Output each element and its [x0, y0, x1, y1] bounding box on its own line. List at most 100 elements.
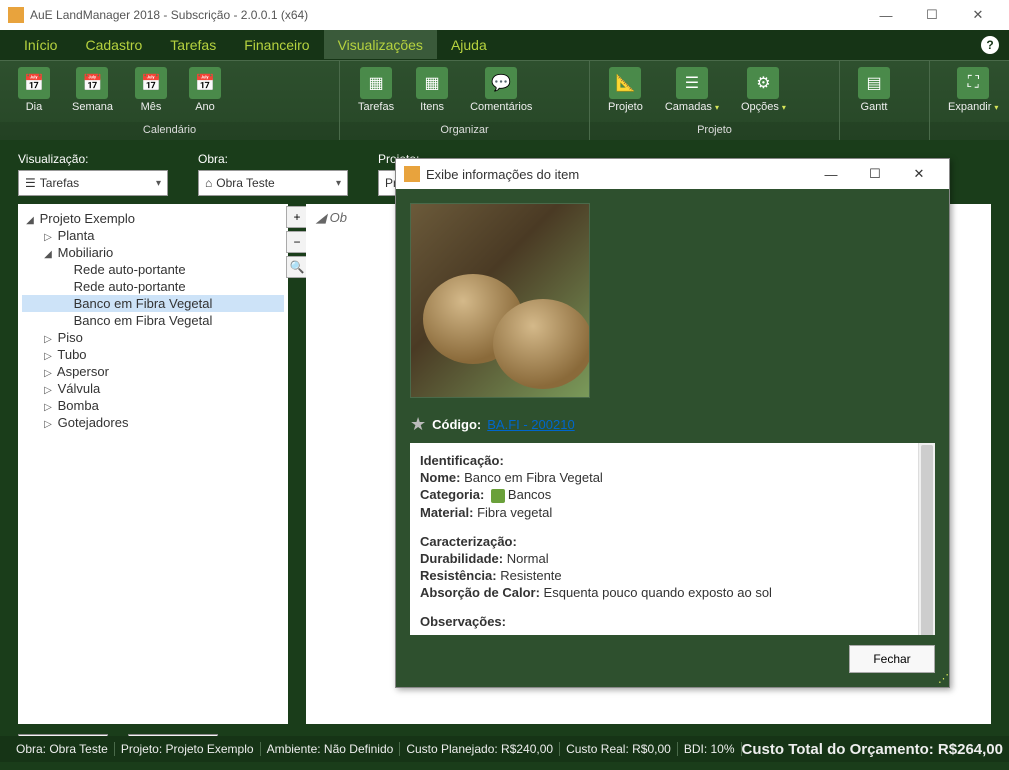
- item-image: [410, 203, 590, 398]
- menu-inicio[interactable]: Início: [10, 31, 71, 59]
- tree-node[interactable]: ▷ Tubo: [22, 346, 284, 363]
- status-real: Custo Real: R$0,00: [560, 742, 678, 756]
- ribbon-gantt[interactable]: ▤Gantt: [848, 65, 900, 115]
- tree-node[interactable]: Rede auto-portante: [22, 278, 284, 295]
- window-minimize[interactable]: —: [863, 0, 909, 30]
- layers-icon: ☰: [676, 67, 708, 99]
- tree-panel: ◢ Projeto Exemplo ▷ Planta◢ Mobiliario R…: [18, 204, 288, 724]
- tree-remove-button[interactable]: −: [286, 231, 308, 253]
- value-durabilidade: Normal: [507, 551, 549, 566]
- ribbon-ano[interactable]: 📅Ano: [179, 65, 231, 115]
- tree-node[interactable]: ▷ Planta: [22, 227, 284, 244]
- ribbon-semana[interactable]: 📅Semana: [62, 65, 123, 115]
- section-caracterizacao: Caracterização:: [420, 534, 907, 549]
- options-icon: ⚙: [747, 67, 779, 99]
- tasks-icon: ▦: [360, 67, 392, 99]
- statusbar: Obra: Obra Teste Projeto: Projeto Exempl…: [0, 736, 1009, 762]
- info-scrollbar[interactable]: [918, 443, 935, 635]
- menubar: Início Cadastro Tarefas Financeiro Visua…: [0, 30, 1009, 60]
- value-absorcao: Esquenta pouco quando exposto ao sol: [544, 585, 772, 600]
- category-icon: [491, 489, 505, 503]
- value-material: Fibra vegetal: [477, 505, 552, 520]
- list-icon: ☰: [25, 176, 36, 190]
- dialog-close-button[interactable]: Fechar: [849, 645, 935, 673]
- value-resistencia: Resistente: [500, 568, 561, 583]
- tree-node[interactable]: ▷ Gotejadores: [22, 414, 284, 431]
- window-maximize[interactable]: ☐: [909, 0, 955, 30]
- tree-node[interactable]: ▷ Válvula: [22, 380, 284, 397]
- tree-node[interactable]: ▷ Aspersor: [22, 363, 284, 380]
- status-obra: Obra: Obra Teste: [10, 742, 115, 756]
- tree-node[interactable]: Rede auto-portante: [22, 261, 284, 278]
- items-icon: ▦: [416, 67, 448, 99]
- dialog-close[interactable]: ✕: [897, 166, 941, 182]
- section-observacoes: Observações:: [420, 614, 907, 629]
- ribbon-tarefas[interactable]: ▦Tarefas: [348, 65, 404, 115]
- content-heading: Ob: [330, 210, 347, 225]
- calendar-day-icon: 📅: [18, 67, 50, 99]
- menu-financeiro[interactable]: Financeiro: [230, 31, 323, 59]
- ribbon: 📅Dia 📅Semana 📅Mês 📅Ano Calendário ▦Taref…: [0, 60, 1009, 140]
- ribbon-projeto[interactable]: 📐Projeto: [598, 65, 653, 115]
- ribbon-camadas[interactable]: ☰Camadas▾: [655, 65, 729, 115]
- calendar-week-icon: 📅: [76, 67, 108, 99]
- calendar-year-icon: 📅: [189, 67, 221, 99]
- ribbon-group-organizar: Organizar: [340, 122, 589, 140]
- favorite-star-icon[interactable]: ★: [410, 414, 426, 435]
- combo-visualizacao[interactable]: ☰Tarefas▾: [18, 170, 168, 196]
- code-link[interactable]: BA.FI - 200210: [487, 417, 574, 432]
- gantt-icon: ▤: [858, 67, 890, 99]
- menu-visualizacoes[interactable]: Visualizações: [324, 30, 437, 59]
- tree-search-button[interactable]: 🔍: [286, 256, 308, 278]
- ribbon-itens[interactable]: ▦Itens: [406, 65, 458, 115]
- window-titlebar: AuE LandManager 2018 - Subscrição - 2.0.…: [0, 0, 1009, 30]
- value-categoria: Bancos: [508, 487, 551, 502]
- tree-node[interactable]: Banco em Fibra Vegetal: [22, 295, 284, 312]
- chevron-down-icon: ▾: [994, 103, 998, 112]
- chevron-down-icon: ▾: [782, 103, 786, 112]
- window-close[interactable]: ✕: [955, 0, 1001, 30]
- ribbon-mes[interactable]: 📅Mês: [125, 65, 177, 115]
- ribbon-dia[interactable]: 📅Dia: [8, 65, 60, 115]
- dialog-title: Exibe informações do item: [426, 167, 579, 182]
- item-info-dialog: Exibe informações do item — ☐ ✕ ★ Código…: [395, 158, 950, 688]
- value-nome: Banco em Fibra Vegetal: [464, 470, 603, 485]
- chevron-down-icon: ▾: [156, 178, 161, 189]
- ribbon-comentarios[interactable]: 💬Comentários: [460, 65, 542, 115]
- menu-tarefas[interactable]: Tarefas: [156, 31, 230, 59]
- label-obra: Obra:: [198, 152, 348, 166]
- status-planejado: Custo Planejado: R$240,00: [400, 742, 560, 756]
- tree-node[interactable]: ▷ Bomba: [22, 397, 284, 414]
- tree-node[interactable]: ◢ Mobiliario: [22, 244, 284, 261]
- comments-icon: 💬: [485, 67, 517, 99]
- combo-obra[interactable]: ⌂Obra Teste▾: [198, 170, 348, 196]
- tree-root[interactable]: ◢ Projeto Exemplo: [22, 210, 284, 227]
- ribbon-expandir[interactable]: ⛶Expandir▾: [938, 65, 1008, 115]
- status-projeto: Projeto: Projeto Exemplo: [115, 742, 261, 756]
- code-label: Código:: [432, 417, 481, 432]
- app-icon: [8, 7, 24, 23]
- ribbon-group-projeto: Projeto: [590, 122, 839, 140]
- ribbon-group-calendario: Calendário: [0, 122, 339, 140]
- dialog-maximize[interactable]: ☐: [853, 166, 897, 182]
- menu-cadastro[interactable]: Cadastro: [71, 31, 156, 59]
- dialog-titlebar: Exibe informações do item — ☐ ✕: [396, 159, 949, 189]
- tree-node[interactable]: Banco em Fibra Vegetal: [22, 312, 284, 329]
- status-total: Custo Total do Orçamento: R$264,00: [742, 741, 1003, 758]
- dialog-icon: [404, 166, 420, 182]
- menu-ajuda[interactable]: Ajuda: [437, 31, 501, 59]
- tree-add-button[interactable]: +: [286, 206, 308, 228]
- project-icon: 📐: [609, 67, 641, 99]
- status-bdi: BDI: 10%: [678, 742, 742, 756]
- help-icon[interactable]: ?: [981, 36, 999, 54]
- chevron-down-icon: ▾: [336, 178, 341, 189]
- calendar-month-icon: 📅: [135, 67, 167, 99]
- chevron-down-icon: ▾: [715, 103, 719, 112]
- info-panel: Identificação: Nome: Banco em Fibra Vege…: [410, 443, 935, 635]
- resize-grip-icon[interactable]: ⋰: [938, 672, 947, 685]
- dialog-minimize[interactable]: —: [809, 167, 853, 182]
- tree-node[interactable]: ▷ Piso: [22, 329, 284, 346]
- label-visualizacao: Visualização:: [18, 152, 168, 166]
- expand-icon: ⛶: [957, 67, 989, 99]
- ribbon-opcoes[interactable]: ⚙Opções▾: [731, 65, 796, 115]
